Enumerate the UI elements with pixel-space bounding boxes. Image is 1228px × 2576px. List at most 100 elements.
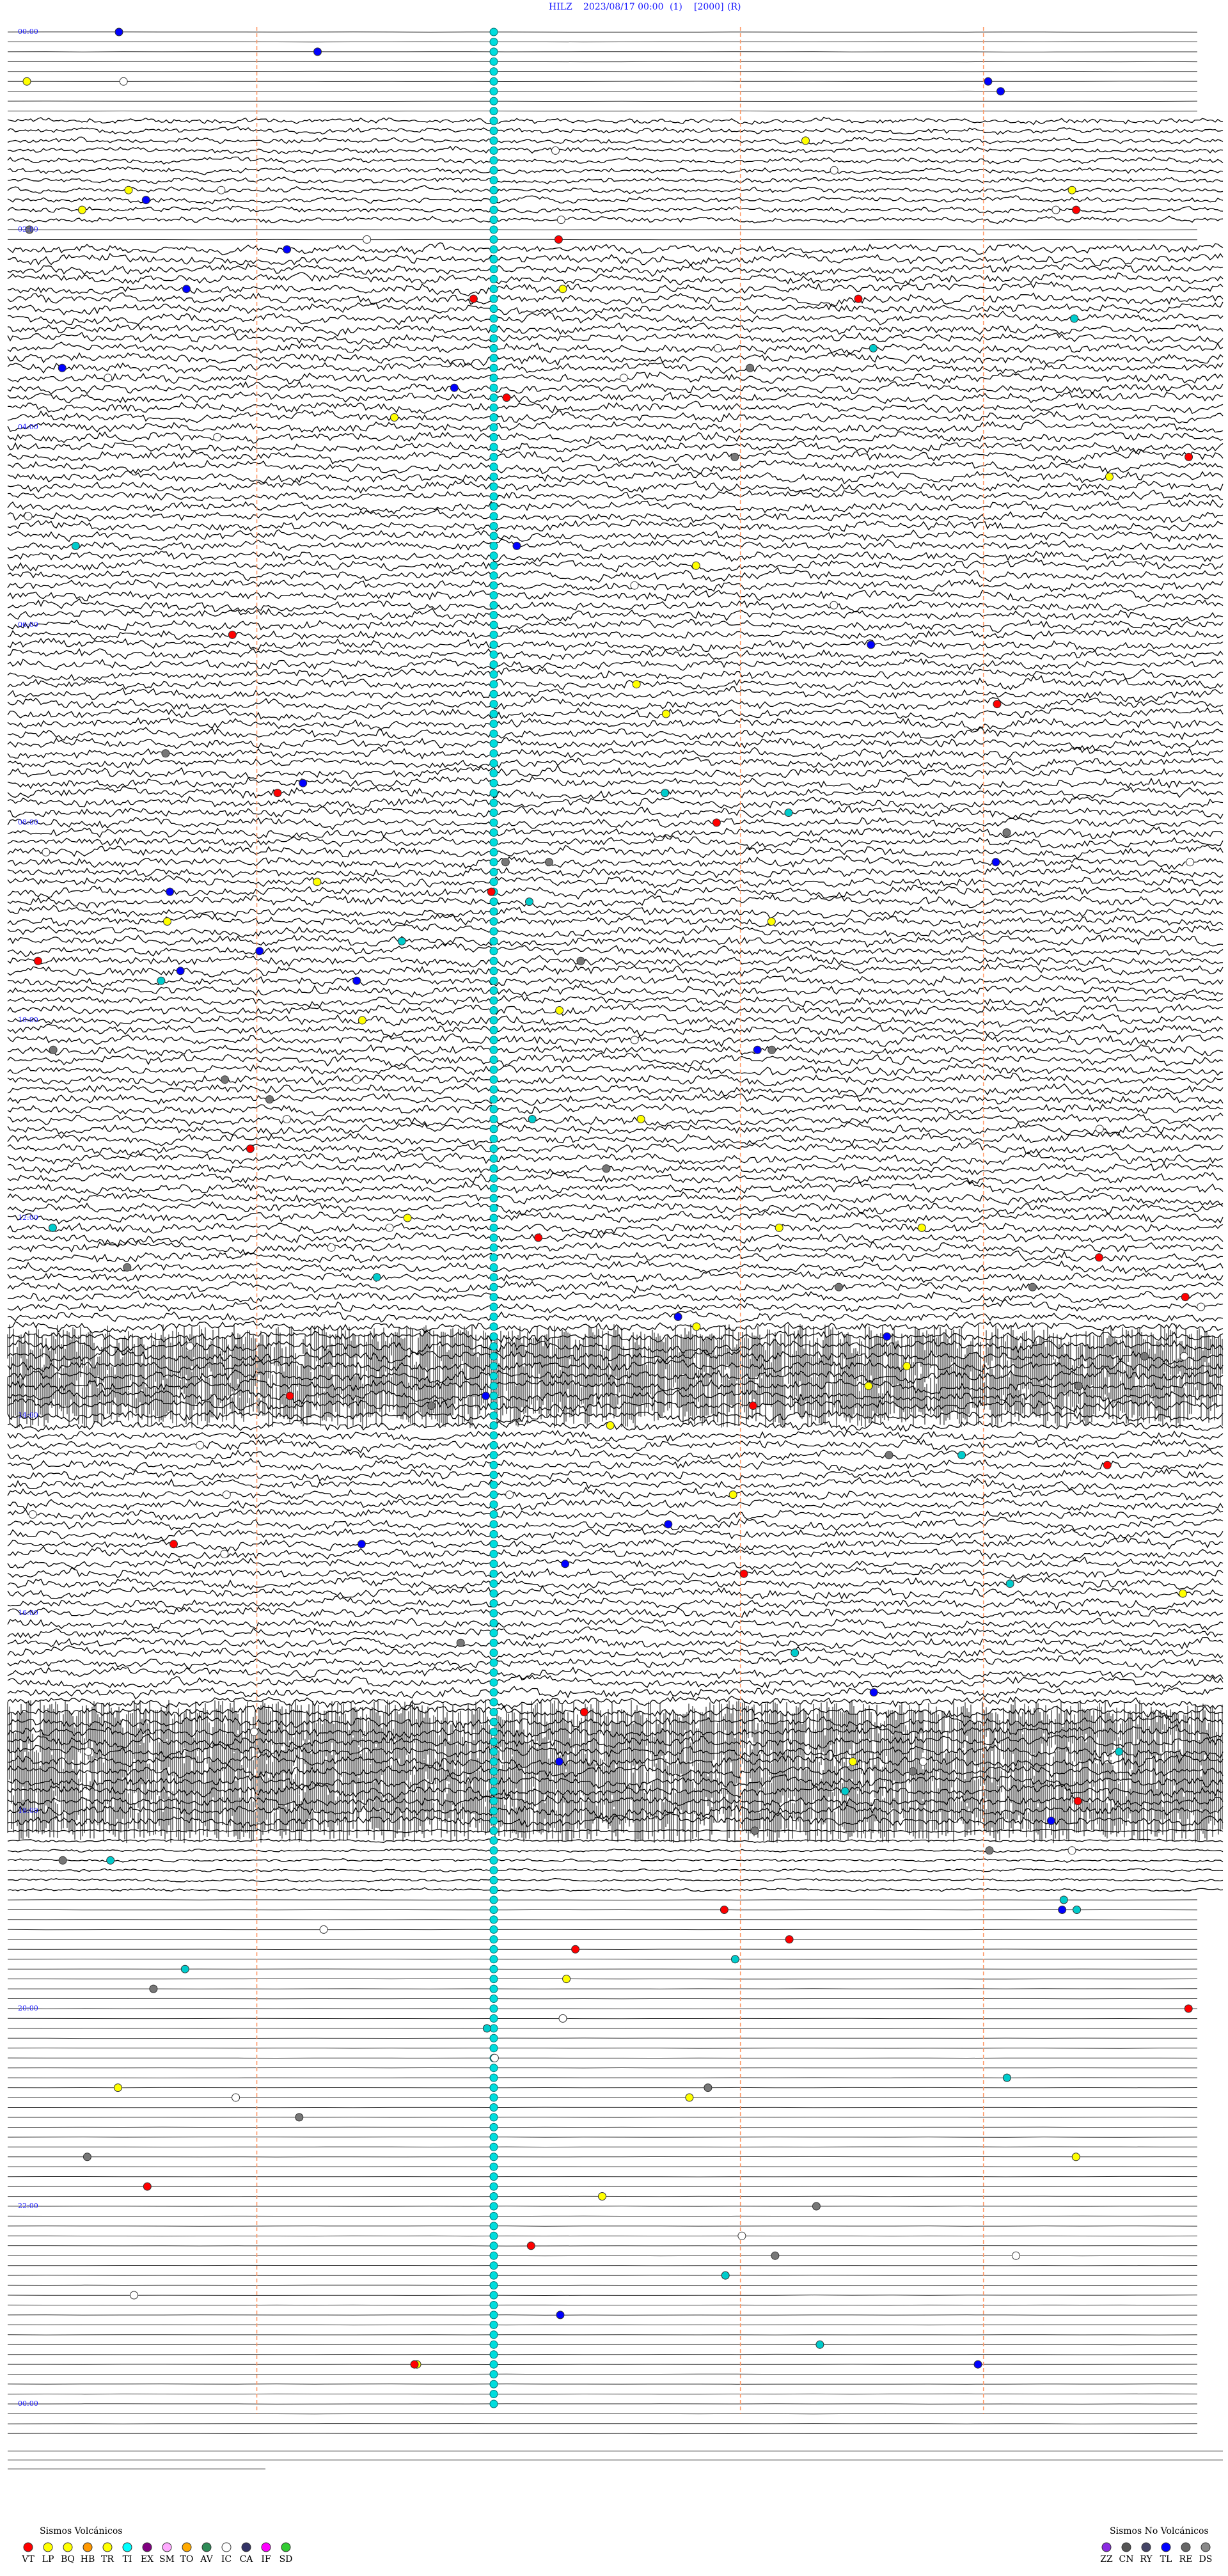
event-marker xyxy=(176,967,185,976)
trace-row xyxy=(7,1528,1224,1542)
trace-row xyxy=(7,1231,1224,1247)
trace-row xyxy=(7,1666,1224,1680)
event-marker xyxy=(130,2291,138,2300)
cyan-event-marker xyxy=(489,1371,498,1380)
cyan-event-marker xyxy=(489,2004,498,2013)
cyan-event-marker xyxy=(489,1915,498,1924)
trace-row xyxy=(7,479,1224,494)
trace-row xyxy=(7,1686,1224,1700)
legend-label-cn: CN xyxy=(1119,2554,1134,2564)
event-marker xyxy=(737,2231,746,2240)
event-marker xyxy=(33,956,42,965)
cyan-event-marker xyxy=(489,2162,498,2171)
cyan-event-marker xyxy=(489,462,498,471)
cyan-event-marker xyxy=(489,1431,498,1440)
event-marker xyxy=(854,294,863,303)
trace-row xyxy=(7,954,1223,968)
cyan-event-marker xyxy=(489,294,498,303)
legend-swatch-ic xyxy=(221,2542,232,2552)
cyan-event-marker xyxy=(489,1154,498,1163)
event-marker xyxy=(555,1006,564,1015)
trace-row xyxy=(7,855,1224,870)
saturated-signal xyxy=(11,1363,1219,1409)
event-marker xyxy=(58,363,67,372)
cyan-event-marker xyxy=(489,1055,498,1064)
trace-row xyxy=(7,2433,1198,2435)
event-marker xyxy=(775,1223,783,1232)
cyan-event-marker xyxy=(489,917,498,926)
legend-swatch-to xyxy=(182,2542,192,2552)
trace-row xyxy=(7,1545,1224,1561)
cyan-event-marker xyxy=(489,1085,498,1094)
trace-row xyxy=(7,1838,1224,1843)
trace-row xyxy=(7,1003,1224,1017)
cyan-event-marker xyxy=(489,443,498,452)
footer-lines xyxy=(8,2451,1223,2470)
cyan-event-marker xyxy=(489,205,498,214)
trace-row xyxy=(7,935,1224,948)
trace-row xyxy=(7,686,1224,702)
event-marker xyxy=(885,1451,893,1460)
cyan-event-marker xyxy=(489,522,498,530)
event-marker xyxy=(528,1115,537,1123)
trace-row xyxy=(7,1959,1198,1960)
trace-row xyxy=(7,1191,1224,1206)
cyan-event-marker xyxy=(489,1441,498,1450)
trace-row xyxy=(7,1160,1224,1176)
trace-row xyxy=(7,381,1224,395)
event-marker xyxy=(505,1490,514,1499)
cyan-event-marker xyxy=(489,1332,498,1341)
event-marker xyxy=(830,601,838,610)
legend-nonvolcanic-title: Sismos No Volcánicos xyxy=(1110,2526,1209,2536)
time-label: 10:00 xyxy=(18,1016,38,1024)
trace-row xyxy=(7,448,1224,464)
cyan-event-marker xyxy=(489,1213,498,1222)
legend-label-av: AV xyxy=(200,2554,213,2564)
cyan-event-marker xyxy=(489,2380,498,2389)
event-marker xyxy=(487,887,496,896)
cyan-event-marker xyxy=(489,1589,498,1598)
event-marker xyxy=(220,1549,229,1558)
cyan-event-marker xyxy=(489,541,498,550)
time-label: 00:00 xyxy=(18,28,38,36)
trace-row xyxy=(7,205,1224,214)
event-marker xyxy=(1070,314,1079,323)
cyan-event-marker xyxy=(489,1618,498,1627)
cyan-event-marker xyxy=(489,225,498,234)
event-marker xyxy=(525,897,533,906)
legend-swatch-ti xyxy=(122,2542,132,2552)
event-marker xyxy=(704,2083,712,2092)
trace-row xyxy=(7,589,1224,603)
cyan-event-marker xyxy=(489,1688,498,1697)
trace-row xyxy=(7,1887,1224,1892)
trace-row xyxy=(8,2364,1198,2366)
trace-row xyxy=(7,1430,1224,1442)
event-marker xyxy=(363,235,372,244)
cyan-event-marker xyxy=(489,1975,498,1984)
event-marker xyxy=(748,1402,757,1410)
trace-row xyxy=(7,1239,1224,1256)
trace-row xyxy=(7,1309,1224,1323)
cyan-event-marker xyxy=(489,492,498,501)
cyan-event-marker xyxy=(489,1411,498,1420)
cyan-event-marker xyxy=(489,532,498,541)
event-marker xyxy=(357,1540,366,1549)
cyan-event-marker xyxy=(489,1629,498,1638)
trace-row xyxy=(7,441,1224,454)
cyan-event-marker xyxy=(489,1995,498,2003)
event-marker xyxy=(222,1490,231,1499)
cyan-event-marker xyxy=(489,1727,498,1736)
trace-row xyxy=(7,1290,1224,1304)
cyan-event-marker xyxy=(489,1767,498,1776)
trace-row xyxy=(7,2028,1197,2029)
trace-row xyxy=(7,2048,1197,2049)
cyan-event-marker xyxy=(489,739,498,748)
trace-row xyxy=(7,923,1224,938)
cyan-event-marker xyxy=(489,1886,498,1895)
cyan-event-marker xyxy=(489,1233,498,1242)
trace-row xyxy=(7,1033,1224,1048)
event-marker xyxy=(397,936,406,945)
trace-row xyxy=(7,1606,1224,1618)
cyan-event-marker xyxy=(489,1638,498,1647)
trace-row xyxy=(7,1625,1224,1640)
